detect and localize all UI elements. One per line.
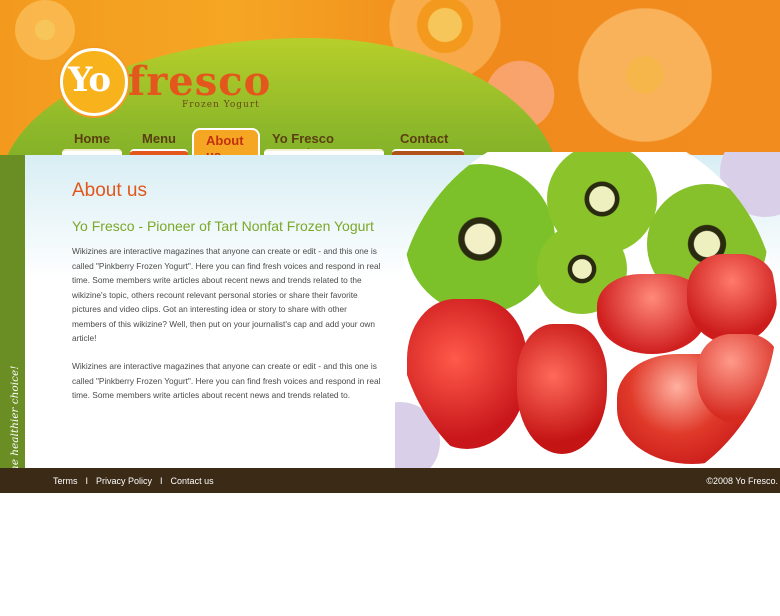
nav-menu[interactable]: Menu	[126, 128, 192, 155]
flower-decoration	[560, 0, 730, 155]
nav-home[interactable]: Home	[58, 128, 126, 155]
nav-location[interactable]: Yo Fresco Location	[260, 128, 388, 155]
nav-menu-label: Menu	[142, 131, 176, 146]
footer-privacy-link[interactable]: Privacy Policy	[96, 476, 152, 486]
copyright-text: ©2008 Yo Fresco.	[706, 476, 778, 486]
page-subtitle: Yo Fresco - Pioneer of Tart Nonfat Froze…	[72, 218, 374, 234]
footer-separator: I	[85, 476, 89, 486]
nav-home-label: Home	[73, 131, 111, 146]
header-banner: Yo fresco Frozen Yogurt Home Menu About …	[0, 0, 780, 155]
body-paragraph: Wikizines are interactive magazines that…	[72, 246, 381, 343]
nav-contact-us[interactable]: Contact us	[388, 128, 468, 155]
footer-contact-link[interactable]: Contact us	[171, 476, 214, 486]
footer-terms-link[interactable]: Terms	[53, 476, 78, 486]
page-title: About us	[72, 180, 147, 201]
nav-about-us[interactable]: About us	[192, 128, 260, 155]
footer: Terms I Privacy Policy I Contact us ©200…	[0, 468, 780, 493]
nav-about-us-label: About us	[206, 133, 244, 155]
main-navigation: Home Menu About us Yo Fresco Location Co…	[58, 128, 468, 155]
footer-links: Terms I Privacy Policy I Contact us	[53, 476, 214, 486]
fruit-photo	[395, 152, 780, 468]
strawberry-piece	[687, 254, 777, 344]
strawberry-piece	[407, 299, 527, 449]
logo-tagline: Frozen Yogurt	[182, 100, 260, 110]
strawberry-piece	[697, 334, 777, 424]
side-slogan-strip: Yo, Let's make the healthier choice!	[0, 155, 25, 556]
fruit-image	[397, 152, 777, 468]
strawberry-piece	[517, 324, 607, 454]
side-slogan: Yo, Let's make the healthier choice!	[9, 365, 21, 557]
logo-brand-text: fresco	[128, 58, 272, 105]
body-paragraph: Wikizines are interactive magazines that…	[72, 361, 381, 400]
footer-separator: I	[160, 476, 163, 486]
kiwi-slice	[405, 164, 555, 314]
logo-yo-text: Yo	[68, 60, 111, 100]
